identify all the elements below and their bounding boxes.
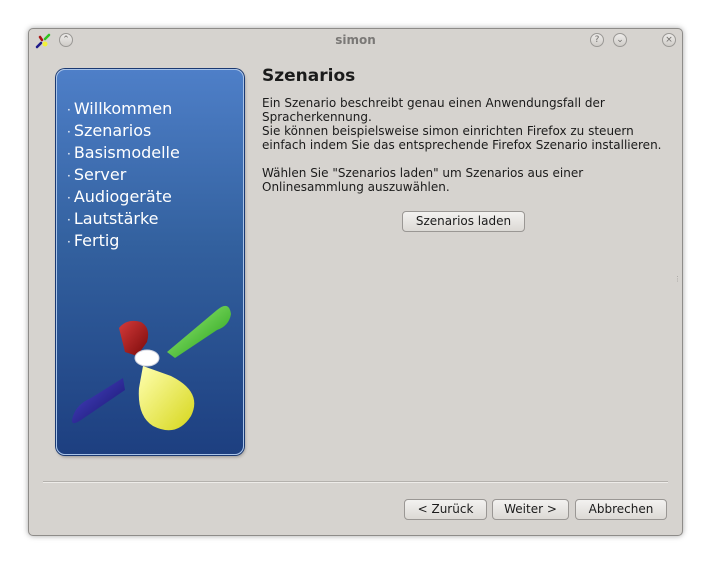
help-button[interactable]: ? <box>590 33 604 47</box>
resize-grip[interactable]: ⋮ <box>674 275 681 283</box>
button-separator <box>43 481 668 483</box>
cancel-button[interactable]: Abbrechen <box>575 499 667 520</box>
wizard-step: · Szenarios <box>67 121 152 140</box>
logo-center <box>134 349 160 367</box>
back-button[interactable]: < Zurück <box>404 499 487 520</box>
wizard-step: · Audiogeräte <box>67 187 172 206</box>
logo-yellow-petal <box>138 366 195 431</box>
wizard-step: · Lautstärke <box>67 209 159 228</box>
page-heading: Szenarios <box>262 66 356 86</box>
logo-green-petal <box>167 305 231 358</box>
wizard-window: ⌃ simon ? ⌄ × · Willkommen · Szenarios · Ba… <box>28 28 683 536</box>
window-title: simon <box>335 33 376 47</box>
title-bar[interactable]: ⌃ simon ? ⌄ × <box>29 29 682 53</box>
wizard-step: · Server <box>67 165 127 184</box>
wizard-step: · Fertig <box>67 231 120 250</box>
example-text: Sie können beispielsweise simon einricht… <box>262 124 662 152</box>
wizard-step: · Basismodelle <box>67 143 180 162</box>
wizard-steps-list: · Willkommen · Szenarios · Basismodelle · Se… <box>67 98 180 252</box>
logo-blue-petal <box>72 378 125 424</box>
instruction-text: Wählen Sie "Szenarios laden" um Szenario… <box>262 166 584 194</box>
simon-logo <box>72 305 231 431</box>
next-button[interactable]: Weiter > <box>492 499 569 520</box>
wizard-step: · Willkommen <box>67 99 173 118</box>
close-button[interactable]: × <box>662 33 676 47</box>
minimize-button[interactable]: ⌄ <box>613 33 627 47</box>
page-content: Szenarios Ein Szenario beschreibt genau … <box>262 64 672 194</box>
wizard-steps-panel: · Willkommen · Szenarios · Basismodelle · Se… <box>56 69 244 455</box>
load-scenarios-button[interactable]: Szenarios laden <box>402 211 525 232</box>
description-text: Ein Szenario beschreibt genau einen Anwe… <box>262 96 605 124</box>
